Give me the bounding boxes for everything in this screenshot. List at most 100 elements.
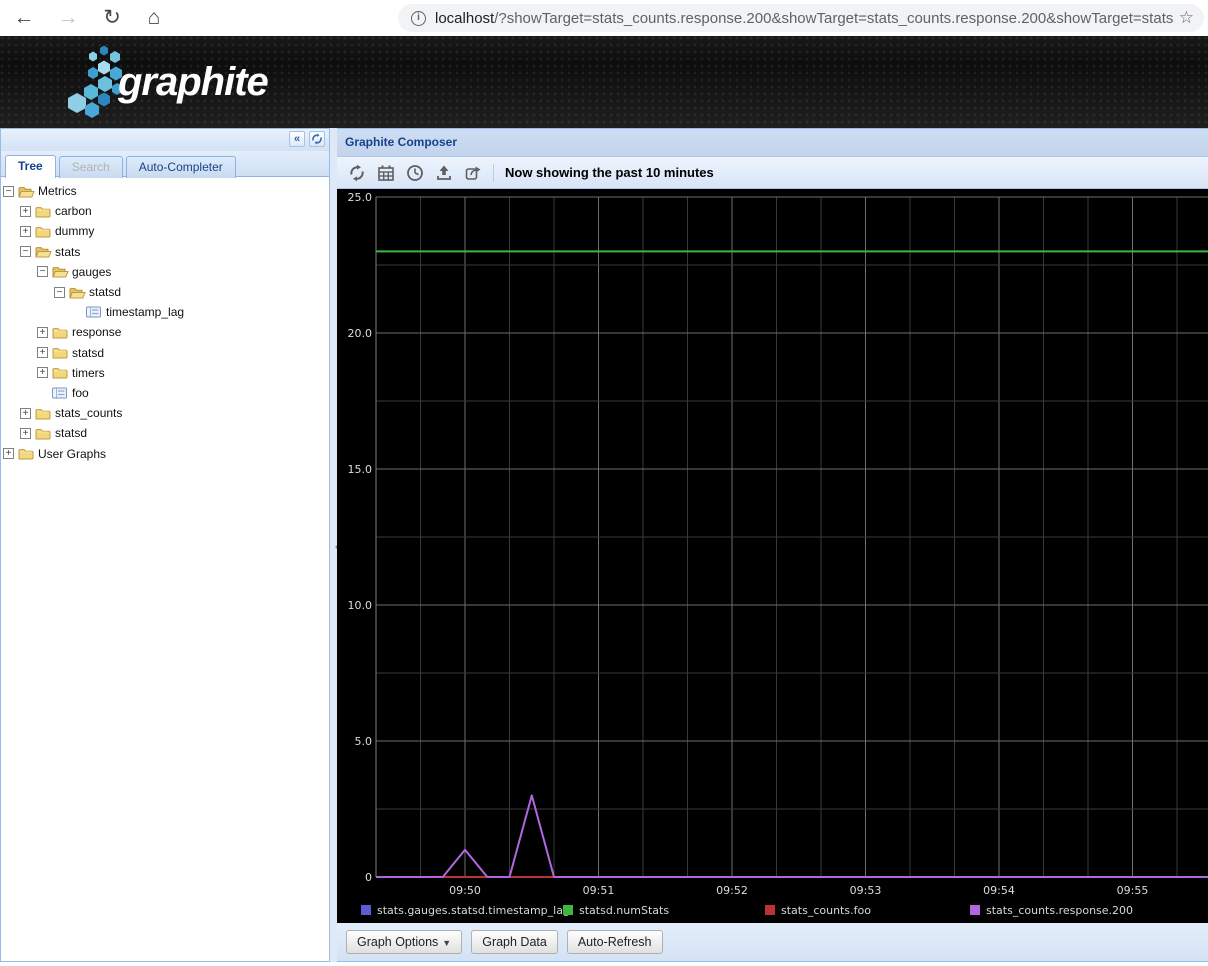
composer-panel: Graphite Composer (337, 128, 1208, 962)
metrics-tree: −Metrics+carbon+dummy−stats−gauges−stats… (1, 178, 329, 958)
tree-item-label: statsd (54, 426, 87, 440)
leaf-icon (86, 306, 105, 318)
folder-icon (35, 407, 54, 420)
sidebar-header: « (1, 129, 329, 151)
tree-item-label: timers (71, 366, 105, 380)
home-icon[interactable]: ⌂ (138, 2, 170, 34)
toolbar-separator (493, 164, 494, 182)
screen: ← → ↻ ⌂ i localhost/?showTarget=stats_co… (0, 0, 1208, 966)
tree-item-dummy[interactable]: + dummy (1, 221, 329, 241)
svg-text:25.0: 25.0 (348, 191, 373, 204)
calendar-icon[interactable] (377, 164, 395, 182)
svg-text:09:54: 09:54 (983, 884, 1015, 897)
graph-options-button[interactable]: Graph Options▼ (346, 930, 462, 954)
share-icon[interactable] (464, 164, 482, 182)
collapse-toggle-icon[interactable]: − (37, 266, 48, 277)
svg-text:stats_counts.foo: stats_counts.foo (781, 904, 871, 917)
folder-icon (18, 447, 37, 460)
expand-toggle-icon[interactable]: + (20, 428, 31, 439)
tree-item-metrics[interactable]: − Metrics (1, 181, 329, 201)
collapse-toggle-icon[interactable]: − (54, 287, 65, 298)
tree-item-label: carbon (54, 204, 92, 218)
tree-item-timers[interactable]: + timers (1, 363, 329, 383)
svg-text:09:55: 09:55 (1117, 884, 1149, 897)
folder-open-icon (18, 185, 37, 198)
tree-item-statsd[interactable]: + statsd (1, 343, 329, 363)
tree-item-label: foo (71, 386, 89, 400)
tab-search[interactable]: Search (59, 156, 123, 178)
time-range-status: Now showing the past 10 minutes (505, 165, 714, 180)
tree-item-label: timestamp_lag (105, 305, 184, 319)
tree-item-label: Metrics (37, 184, 77, 198)
tree-item-label: dummy (54, 224, 94, 238)
tree-item-label: statsd (71, 346, 104, 360)
svg-text:statsd.numStats: statsd.numStats (579, 904, 669, 917)
tree-item-statsd[interactable]: + statsd (1, 423, 329, 443)
folder-icon (52, 326, 71, 339)
forward-icon[interactable]: → (52, 2, 84, 34)
expand-toggle-icon[interactable]: + (20, 408, 31, 419)
tree-item-carbon[interactable]: + carbon (1, 201, 329, 221)
graphite-logo-text: graphite (118, 60, 268, 105)
collapse-toggle-icon[interactable]: − (3, 186, 14, 197)
folder-icon (35, 427, 54, 440)
expand-toggle-icon[interactable]: + (37, 327, 48, 338)
leaf-icon (52, 387, 71, 399)
tree-item-label: response (71, 325, 121, 339)
svg-text:09:52: 09:52 (716, 884, 748, 897)
svg-text:10.0: 10.0 (348, 599, 373, 612)
reload-icon[interactable]: ↻ (96, 2, 128, 34)
tab-tree[interactable]: Tree (5, 155, 56, 178)
page-info-icon[interactable]: i (411, 11, 426, 26)
url-host: localhost (435, 10, 494, 27)
svg-text:0: 0 (365, 871, 372, 884)
browser-toolbar: ← → ↻ ⌂ i localhost/?showTarget=stats_co… (0, 0, 1208, 36)
svg-text:5.0: 5.0 (355, 735, 373, 748)
tab-auto-completer[interactable]: Auto-Completer (126, 156, 236, 178)
folder-icon (35, 225, 54, 238)
panel-splitter[interactable] (330, 128, 337, 962)
composer-footer: Graph Options▼ Graph Data Auto-Refresh (337, 923, 1208, 961)
svg-text:09:51: 09:51 (583, 884, 615, 897)
folder-open-icon (52, 265, 71, 278)
composer-title: Graphite Composer (337, 129, 1208, 157)
expand-toggle-icon[interactable]: + (20, 206, 31, 217)
clock-icon[interactable] (406, 164, 424, 182)
auto-refresh-button[interactable]: Auto-Refresh (567, 930, 663, 954)
svg-text:09:53: 09:53 (850, 884, 882, 897)
folder-open-icon (69, 286, 88, 299)
tree-item-timestamp-lag[interactable]: timestamp_lag (1, 302, 329, 322)
tree-item-gauges[interactable]: − gauges (1, 262, 329, 282)
graph-data-button[interactable]: Graph Data (471, 930, 558, 954)
tree-item-stats[interactable]: −stats (1, 242, 329, 262)
tree-item-label: gauges (71, 265, 111, 279)
bookmark-star-icon[interactable]: ☆ (1179, 8, 1194, 28)
svg-text:09:50: 09:50 (449, 884, 481, 897)
tree-item-label: statsd (88, 285, 121, 299)
expand-toggle-icon[interactable]: + (37, 367, 48, 378)
collapse-toggle-icon[interactable]: − (20, 246, 31, 257)
expand-toggle-icon[interactable]: + (20, 226, 31, 237)
graphite-header: graphite (0, 36, 1208, 128)
menu-caret-icon: ▼ (442, 938, 451, 948)
tree-item-foo[interactable]: foo (1, 383, 329, 403)
folder-open-icon (35, 245, 54, 258)
composer-toolbar: Now showing the past 10 minutes (337, 157, 1208, 189)
graph-canvas: 05.010.015.020.025.009:5009:5109:5209:53… (337, 189, 1208, 923)
refresh-icon[interactable] (348, 164, 366, 182)
upload-icon[interactable] (435, 164, 453, 182)
metrics-sidebar: « TreeSearchAuto-Completer − Metrics + carb… (0, 128, 330, 962)
collapse-panel-icon[interactable]: « (289, 131, 305, 147)
url-path: /?showTarget=stats_counts.response.200&s… (494, 10, 1173, 27)
back-icon[interactable]: ← (8, 2, 40, 34)
url-text: localhost/?showTarget=stats_counts.respo… (435, 10, 1173, 27)
tree-item-stats-counts[interactable]: +stats_counts (1, 403, 329, 423)
expand-toggle-icon[interactable]: + (37, 347, 48, 358)
sidebar-tab-strip: TreeSearchAuto-Completer (1, 151, 329, 177)
expand-toggle-icon[interactable]: + (3, 448, 14, 459)
tree-item-user-graphs[interactable]: +User Graphs (1, 443, 329, 463)
tree-item-statsd[interactable]: − statsd (1, 282, 329, 302)
tree-item-response[interactable]: + response (1, 322, 329, 342)
url-bar[interactable]: i localhost/?showTarget=stats_counts.res… (398, 4, 1204, 32)
refresh-tree-icon[interactable] (309, 131, 325, 147)
